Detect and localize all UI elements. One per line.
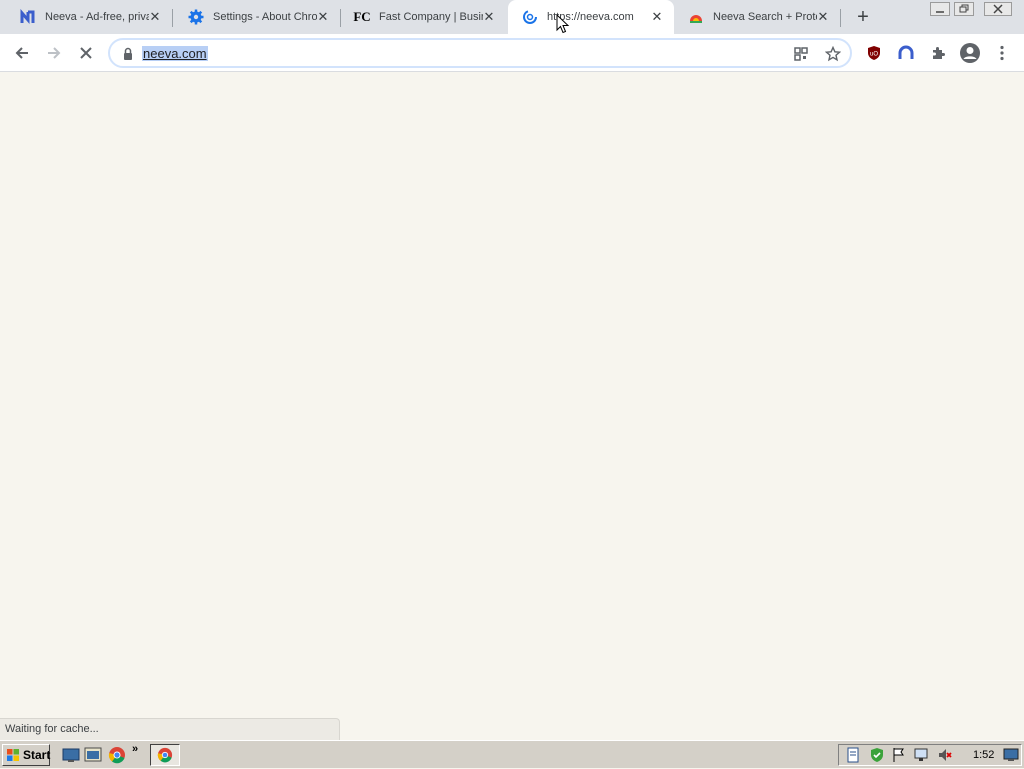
tab-neeva-extension[interactable]: Neeva Search + Protect ✕ xyxy=(674,0,841,34)
tab-title: Settings - About Chrome xyxy=(213,11,317,23)
tab-fast-company[interactable]: FC Fast Company | Business ✕ xyxy=(340,0,506,34)
windows-logo-icon xyxy=(6,748,20,762)
mouse-cursor-icon xyxy=(556,13,570,39)
start-button[interactable]: Start xyxy=(2,744,50,766)
chevron-more-icon[interactable]: » xyxy=(132,743,150,761)
gear-icon xyxy=(188,9,204,25)
start-label: Start xyxy=(23,748,51,762)
back-button[interactable] xyxy=(10,41,34,65)
fc-logo-icon: FC xyxy=(353,9,371,24)
explorer-icon[interactable] xyxy=(84,746,102,764)
page-content xyxy=(0,72,1024,740)
show-desktop-icon[interactable] xyxy=(62,746,80,764)
stop-icon xyxy=(80,47,92,59)
close-icon[interactable]: ✕ xyxy=(482,10,496,24)
menu-kebab-icon[interactable] xyxy=(990,41,1014,65)
notes-icon[interactable] xyxy=(845,747,861,763)
security-shield-icon[interactable] xyxy=(869,747,885,763)
network-icon[interactable] xyxy=(913,747,929,763)
taskbar-chrome-window[interactable] xyxy=(150,744,180,766)
tab-title: Neeva Search + Protect xyxy=(713,11,817,23)
tab-strip: Neeva - Ad-free, private search ✕ Settin… xyxy=(0,0,1024,34)
browser-toolbar: neeva.com uO xyxy=(0,34,1024,72)
ublock-origin-icon[interactable]: uO xyxy=(862,41,886,65)
flag-icon[interactable] xyxy=(891,747,907,763)
chrome-icon[interactable] xyxy=(108,746,126,764)
qr-code-icon[interactable] xyxy=(792,45,810,63)
restore-button[interactable] xyxy=(954,2,974,16)
neeva-extension-icon[interactable] xyxy=(894,41,918,65)
display-icon[interactable] xyxy=(1003,747,1019,763)
close-icon[interactable]: ✕ xyxy=(816,10,830,24)
close-icon[interactable]: ✕ xyxy=(650,10,664,24)
tab-neeva-loading[interactable]: https://neeva.com ✕ xyxy=(508,0,674,34)
close-icon[interactable]: ✕ xyxy=(316,10,330,24)
browser-window: Neeva - Ad-free, private search ✕ Settin… xyxy=(0,0,1024,740)
tab-separator xyxy=(172,9,173,27)
tab-neeva[interactable]: Neeva - Ad-free, private search ✕ xyxy=(6,0,173,34)
extensions-puzzle-icon[interactable] xyxy=(926,41,950,65)
back-arrow-icon xyxy=(15,47,28,59)
volume-muted-icon[interactable] xyxy=(937,747,953,763)
minimize-button[interactable] xyxy=(930,2,950,16)
close-window-button[interactable] xyxy=(984,2,1012,16)
close-icon[interactable]: ✕ xyxy=(148,10,162,24)
lock-icon[interactable] xyxy=(122,47,134,61)
address-bar[interactable]: neeva.com xyxy=(108,38,852,68)
loading-icon xyxy=(522,9,538,25)
chrome-icon xyxy=(157,747,173,763)
status-bubble: Waiting for cache... xyxy=(0,718,340,740)
bookmark-star-icon[interactable] xyxy=(824,45,842,63)
tab-title: Neeva - Ad-free, private search xyxy=(45,11,149,23)
neeva-icon xyxy=(20,9,36,25)
forward-arrow-icon xyxy=(48,47,61,59)
stop-loading-button[interactable] xyxy=(74,41,98,65)
profile-avatar-icon[interactable] xyxy=(958,41,982,65)
url-text[interactable]: neeva.com xyxy=(142,46,208,61)
svg-text:uO: uO xyxy=(870,52,878,58)
forward-button[interactable] xyxy=(42,41,66,65)
tab-settings[interactable]: Settings - About Chrome ✕ xyxy=(174,0,341,34)
new-tab-button[interactable]: + xyxy=(853,7,873,27)
tab-separator xyxy=(840,9,841,27)
tab-title: Fast Company | Business xyxy=(379,11,483,23)
clock: 1:52 xyxy=(973,749,995,761)
taskbar: Start » 1:52 xyxy=(0,740,1024,768)
system-tray: 1:52 xyxy=(838,744,1022,766)
chrome-store-icon xyxy=(688,9,704,25)
